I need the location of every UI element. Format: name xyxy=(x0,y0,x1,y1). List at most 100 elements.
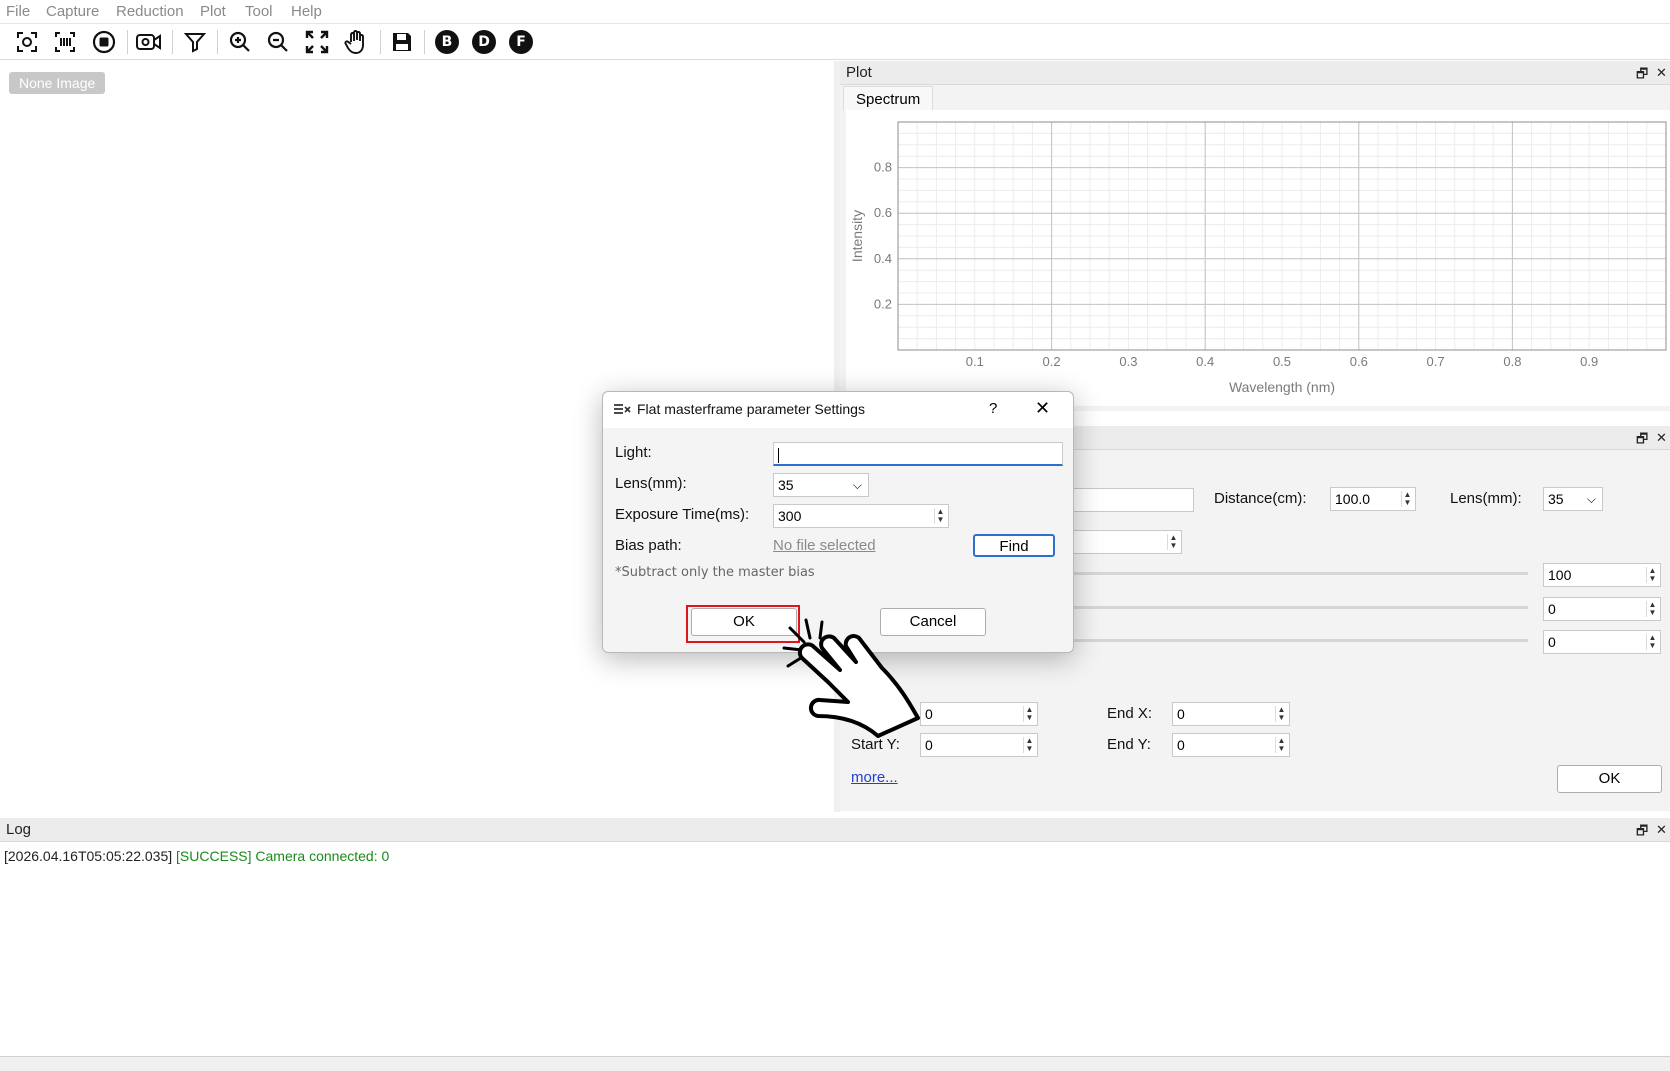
spin-arrows-icon[interactable]: ▲ ▼ xyxy=(1275,737,1287,753)
spin-arrows-icon[interactable]: ▲ ▼ xyxy=(1401,491,1413,507)
video-camera-icon[interactable] xyxy=(134,28,164,56)
help-button[interactable]: ? xyxy=(989,400,997,417)
slider-1[interactable] xyxy=(1074,572,1528,575)
settings-ok-button[interactable]: OK xyxy=(1557,765,1662,793)
start-y-label: Start Y: xyxy=(851,736,900,753)
status-bar xyxy=(0,1056,1670,1071)
none-image-badge: None Image xyxy=(9,72,106,94)
bias-letter: B xyxy=(435,30,459,54)
menu-reduction[interactable]: Reduction xyxy=(116,3,184,20)
spin-arrows-icon[interactable]: ▲ ▼ xyxy=(1275,706,1287,722)
end-x-spinbox[interactable]: 0 ▲ ▼ xyxy=(1172,702,1290,726)
dialog-titlebar[interactable]: Flat masterframe parameter Settings ? ✕ xyxy=(603,392,1073,428)
menu-tool[interactable]: Tool xyxy=(245,3,273,20)
x-axis-label: Wavelength (nm) xyxy=(1229,379,1335,395)
dark-d-icon[interactable]: D xyxy=(469,28,499,56)
stop-icon[interactable] xyxy=(89,28,119,56)
float-icon[interactable]: 🗗 xyxy=(1636,430,1648,452)
lens-select[interactable]: 35 ⌵ xyxy=(1543,487,1603,511)
spin-arrows-icon[interactable]: ▲ ▼ xyxy=(1167,534,1179,550)
find-button[interactable]: Find xyxy=(973,534,1055,557)
tab-spectrum[interactable]: Spectrum xyxy=(843,86,934,111)
spin-arrows-icon[interactable]: ▲ ▼ xyxy=(1646,634,1658,650)
bias-path-label: Bias path: xyxy=(615,537,682,554)
filter-icon[interactable] xyxy=(180,28,210,56)
y-tick-label: 0.4 xyxy=(874,251,892,266)
start-x-spinbox[interactable]: 0 ▲ ▼ xyxy=(920,702,1038,726)
toolbar: B D F xyxy=(0,24,1670,60)
exposure-spinbox[interactable]: 300 ▲ ▼ xyxy=(773,504,949,528)
settings-select[interactable]: ▲ ▼ xyxy=(1070,530,1182,554)
menu-help[interactable]: Help xyxy=(291,3,322,20)
more-link[interactable]: more... xyxy=(851,769,898,786)
slider-3-value: 0 xyxy=(1548,634,1556,650)
exposure-value: 300 xyxy=(778,508,802,524)
menu-capture[interactable]: Capture xyxy=(46,3,99,20)
bias-b-icon[interactable]: B xyxy=(432,28,462,56)
slider-3-spinbox[interactable]: 0 ▲ ▼ xyxy=(1543,630,1661,654)
flat-f-icon[interactable]: F xyxy=(506,28,536,56)
dialog-title: Flat masterframe parameter Settings xyxy=(637,401,865,417)
x-tick-label: 0.1 xyxy=(966,354,984,369)
slider-1-value: 100 xyxy=(1548,567,1572,583)
spin-arrows-icon[interactable]: ▲ ▼ xyxy=(1646,601,1658,617)
spin-arrows-icon[interactable]: ▲ ▼ xyxy=(1023,706,1035,722)
spectrum-chart: 0.1 0.2 0.3 0.4 0.5 0.6 0.7 0.8 0.9 0.2 0.4 0.6 0.8 W… xyxy=(846,110,1670,406)
slider-2-spinbox[interactable]: 0 ▲ ▼ xyxy=(1543,597,1661,621)
capture-frame-icon[interactable] xyxy=(12,28,42,56)
save-icon[interactable] xyxy=(387,28,417,56)
end-y-value: 0 xyxy=(1177,737,1185,753)
x-tick-label: 0.9 xyxy=(1580,354,1598,369)
zoom-out-icon[interactable] xyxy=(263,28,293,56)
end-x-value: 0 xyxy=(1177,706,1185,722)
float-icon[interactable]: 🗗 xyxy=(1636,822,1648,844)
zoom-in-icon[interactable] xyxy=(225,28,255,56)
x-tick-label: 0.7 xyxy=(1427,354,1445,369)
x-tick-label: 0.5 xyxy=(1273,354,1291,369)
lens-value: 35 xyxy=(778,477,794,493)
menu-bar: File Capture Reduction Plot Tool Help xyxy=(0,0,1670,24)
end-y-label: End Y: xyxy=(1107,736,1151,753)
y-tick-label: 0.2 xyxy=(874,296,892,311)
start-y-spinbox[interactable]: 0 ▲ ▼ xyxy=(920,733,1038,757)
spin-arrows-icon[interactable]: ▲ ▼ xyxy=(1023,737,1035,753)
distance-spinbox[interactable]: 100.0 ▲ ▼ xyxy=(1330,487,1416,511)
close-icon[interactable]: ✕ xyxy=(1035,398,1050,419)
fit-screen-icon[interactable] xyxy=(302,28,332,56)
log-dock-title: Log xyxy=(0,818,1670,842)
slider-2[interactable] xyxy=(1074,606,1528,609)
end-y-spinbox[interactable]: 0 ▲ ▼ xyxy=(1172,733,1290,757)
menu-file[interactable]: File xyxy=(6,3,30,20)
x-tick-label: 0.6 xyxy=(1350,354,1368,369)
close-icon[interactable]: ✕ xyxy=(1656,65,1667,81)
y-tick-label: 0.8 xyxy=(874,160,892,175)
plot-dock-title: Plot xyxy=(840,61,1670,85)
barcode-icon[interactable] xyxy=(50,28,80,56)
menu-plot[interactable]: Plot xyxy=(200,3,226,20)
spin-arrows-icon[interactable]: ▲ ▼ xyxy=(1646,567,1658,583)
close-icon[interactable]: ✕ xyxy=(1656,430,1667,446)
settings-list-icon xyxy=(614,404,631,414)
pointing-hand-icon xyxy=(782,618,920,738)
lens-select[interactable]: 35 ⌵ xyxy=(773,473,869,497)
x-tick-label: 0.4 xyxy=(1196,354,1214,369)
light-input[interactable] xyxy=(773,442,1063,466)
dark-letter: D xyxy=(472,30,496,54)
log-timestamp: [2026.04.16T05:05:22.035] xyxy=(4,848,173,864)
slider-3[interactable] xyxy=(1074,639,1528,642)
light-label: Light: xyxy=(615,444,652,461)
pan-hand-icon[interactable] xyxy=(341,28,371,56)
close-icon[interactable]: ✕ xyxy=(1656,822,1667,838)
chevron-down-icon: ⌵ xyxy=(1586,492,1596,506)
text-cursor xyxy=(778,447,779,463)
y-tick-label: 0.6 xyxy=(874,205,892,220)
spin-arrows-icon[interactable]: ▲ ▼ xyxy=(934,508,946,524)
slider-2-value: 0 xyxy=(1548,601,1556,617)
end-x-label: End X: xyxy=(1107,705,1153,722)
bias-note: *Subtract only the master bias xyxy=(615,565,815,580)
slider-1-spinbox[interactable]: 100 ▲ ▼ xyxy=(1543,563,1661,587)
lens-value: 35 xyxy=(1548,491,1564,507)
float-icon[interactable]: 🗗 xyxy=(1636,65,1648,87)
bias-path-value[interactable]: No file selected xyxy=(773,537,876,554)
settings-text-field[interactable] xyxy=(1070,488,1194,512)
